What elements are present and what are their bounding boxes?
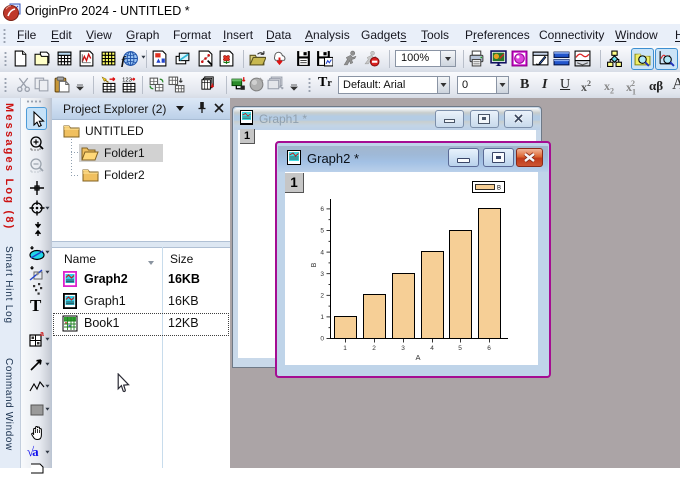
svg-text:4: 4 [430, 345, 434, 352]
svg-text:1: 1 [343, 345, 347, 352]
svg-text:A: A [415, 353, 420, 362]
svg-text:B: B [497, 186, 501, 192]
svg-text:3: 3 [320, 271, 324, 278]
svg-text:4: 4 [320, 249, 324, 256]
svg-text:6: 6 [487, 345, 491, 352]
svg-text:B: B [311, 262, 318, 267]
svg-text:123: 123 [122, 77, 132, 83]
svg-text:0: 0 [320, 336, 324, 343]
svg-text:3: 3 [401, 345, 405, 352]
svg-text:2: 2 [320, 293, 324, 300]
svg-text:6: 6 [320, 206, 324, 213]
svg-text:5: 5 [458, 345, 462, 352]
svg-text:2: 2 [372, 345, 376, 352]
svg-text:5: 5 [320, 228, 324, 235]
svg-text:1: 1 [320, 314, 324, 321]
